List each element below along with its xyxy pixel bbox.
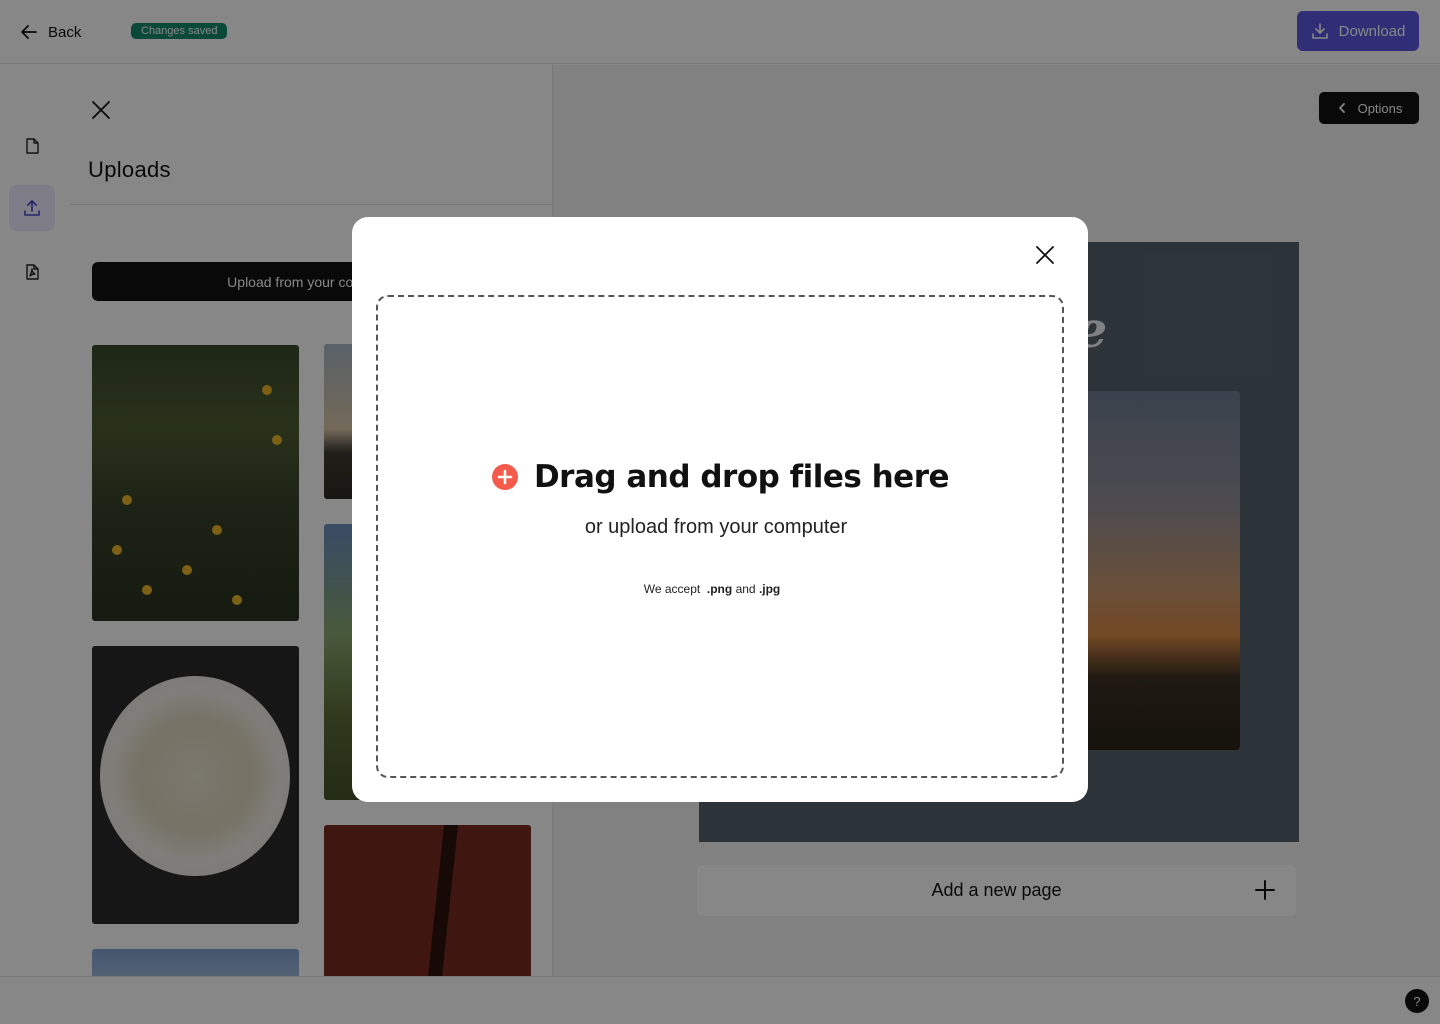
- accept-and: and: [735, 582, 756, 596]
- plus-circle-icon: [491, 464, 518, 490]
- dropzone-heading: Drag and drop files here: [378, 459, 1062, 495]
- format-jpg: .jpg: [758, 582, 781, 596]
- format-png: .png: [706, 582, 733, 596]
- accept-prefix: We accept: [643, 582, 701, 596]
- upload-modal: Drag and drop files here or upload from …: [352, 217, 1088, 802]
- dropzone-subtitle[interactable]: or upload from your computer: [378, 516, 1054, 539]
- dropzone-title: Drag and drop files here: [533, 459, 950, 495]
- accepted-formats: We accept .png and .jpg: [378, 582, 1046, 596]
- dropzone[interactable]: Drag and drop files here or upload from …: [376, 295, 1064, 778]
- close-icon[interactable]: [1034, 244, 1056, 266]
